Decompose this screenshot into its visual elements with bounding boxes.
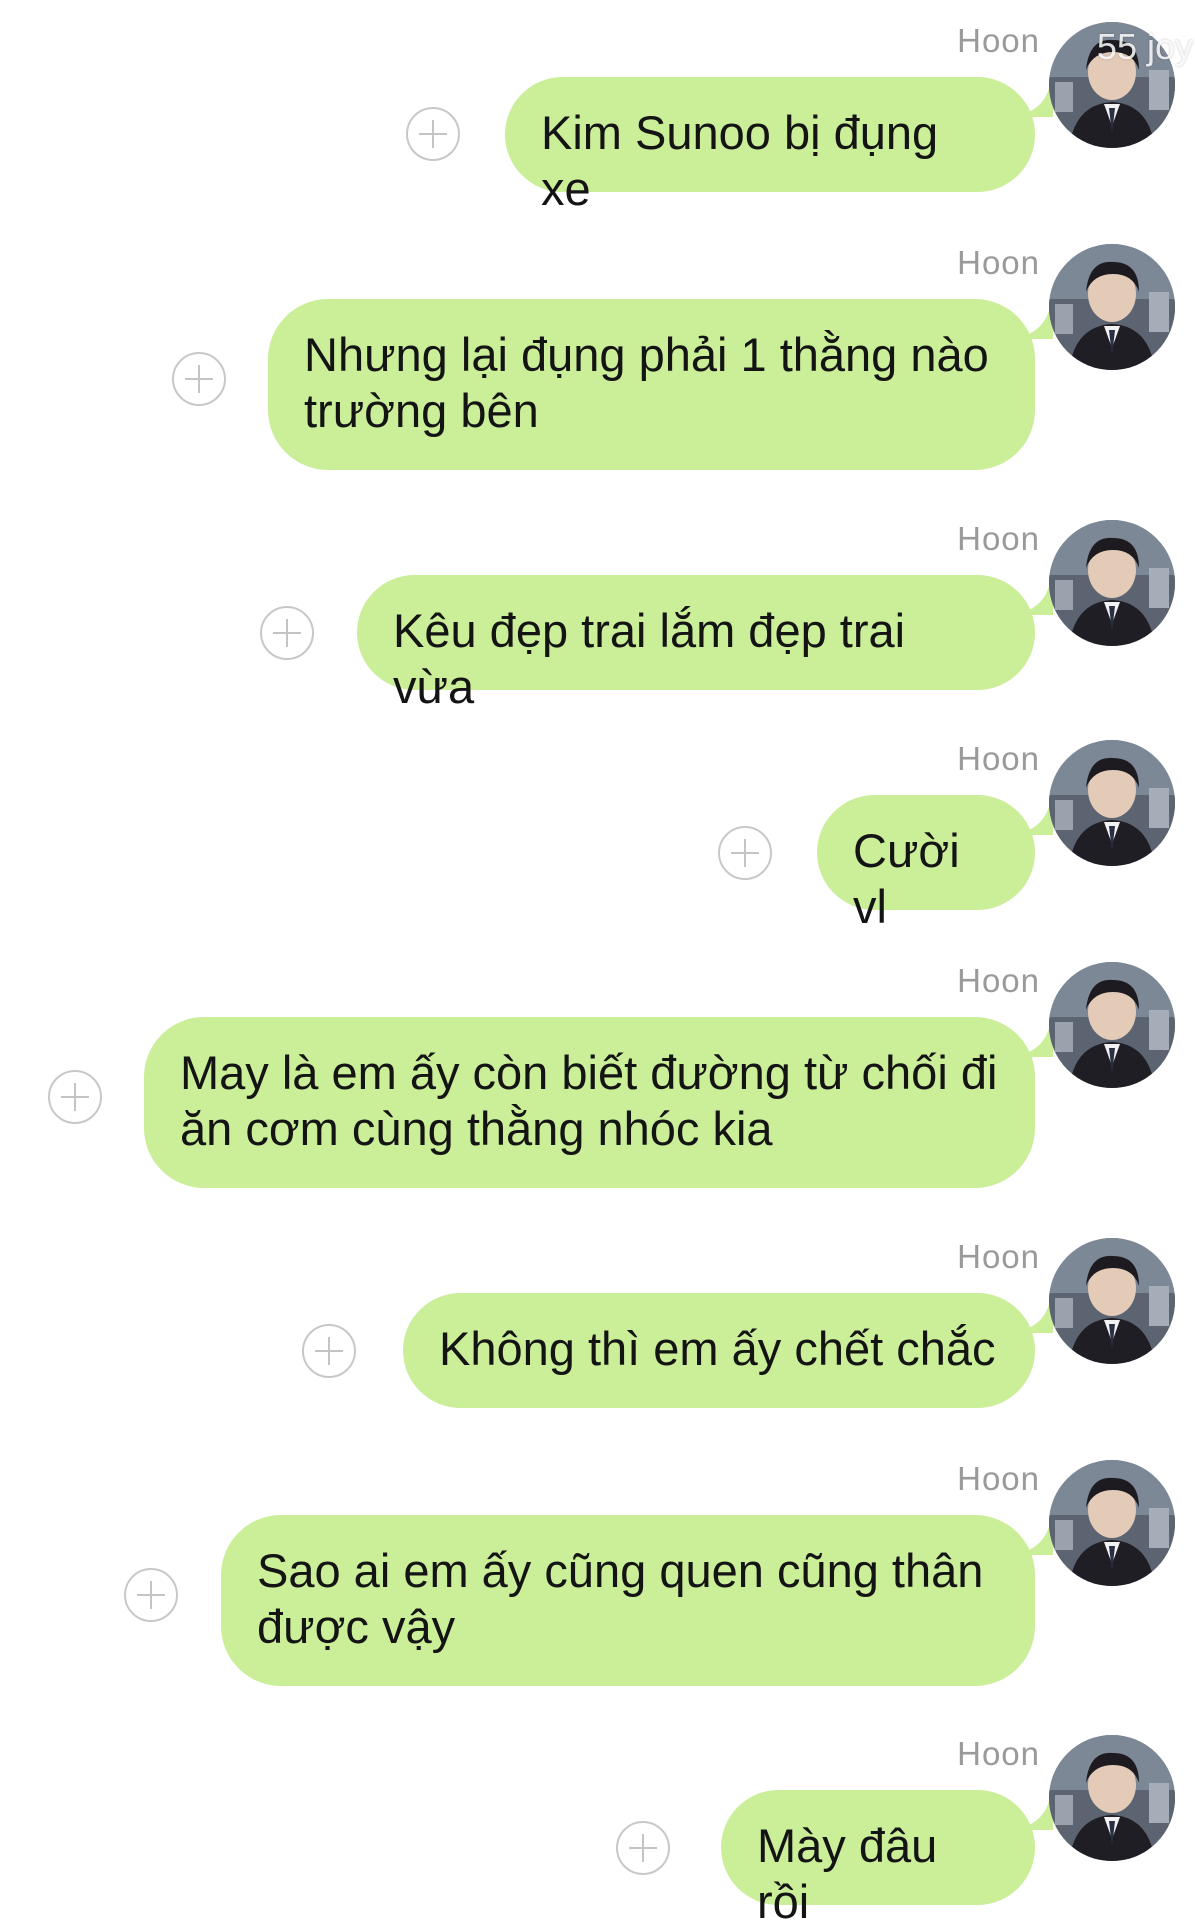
plus-circle-icon[interactable] [260, 606, 314, 660]
plus-circle-icon[interactable] [406, 107, 460, 161]
avatar[interactable] [1049, 962, 1175, 1088]
sender-name: Hoon [957, 244, 1040, 281]
avatar-photo [1049, 740, 1175, 866]
plus-circle-icon[interactable] [172, 352, 226, 406]
bubble-tail [1009, 1790, 1053, 1830]
avatar-photo [1049, 1460, 1175, 1586]
message-bubble[interactable]: Mày đâu rồi [721, 1790, 1035, 1928]
message-text: Nhưng lại đụng phải 1 thằng nào trường b… [304, 328, 989, 437]
message-text: Mày đâu rồi [757, 1819, 951, 1928]
plus-circle-icon[interactable] [124, 1568, 178, 1622]
avatar[interactable] [1049, 1735, 1175, 1861]
message-text: Cười vl [853, 824, 973, 933]
avatar-photo [1049, 962, 1175, 1088]
message-text: Sao ai em ấy cũng quen cũng thân được vậ… [257, 1544, 984, 1653]
chat-thread: Hoon Kim Sunoo bị đụng xe 55 joy Hoon Nh… [0, 0, 1195, 1928]
avatar[interactable] [1049, 740, 1175, 866]
avatar[interactable] [1049, 520, 1175, 646]
sender-name: Hoon [957, 962, 1040, 999]
message-text: Kim Sunoo bị đụng xe [541, 106, 952, 215]
sender-name: Hoon [957, 520, 1040, 557]
bubble-tail [1009, 1293, 1053, 1333]
message-bubble[interactable]: Cười vl [817, 795, 1035, 933]
avatar-photo [1049, 520, 1175, 646]
sender-name: Hoon [957, 1238, 1040, 1275]
bubble-tail [1009, 1017, 1053, 1057]
message-text: Kêu đẹp trai lắm đẹp trai vừa [393, 604, 919, 713]
sender-name: Hoon [957, 1735, 1040, 1772]
avatar-photo [1049, 244, 1175, 370]
bubble-tail [1009, 77, 1053, 117]
plus-circle-icon[interactable] [616, 1821, 670, 1875]
bubble-tail [1009, 299, 1053, 339]
bubble-tail [1009, 1515, 1053, 1555]
avatar[interactable] [1049, 1460, 1175, 1586]
plus-circle-icon[interactable] [718, 826, 772, 880]
message-text: Không thì em ấy chết chắc [439, 1322, 996, 1375]
sender-name: Hoon [957, 740, 1040, 777]
message-bubble[interactable]: Kim Sunoo bị đụng xe [505, 77, 1035, 215]
avatar-photo [1049, 1735, 1175, 1861]
bubble-tail [1009, 795, 1053, 835]
plus-circle-icon[interactable] [48, 1070, 102, 1124]
message-bubble[interactable]: Không thì em ấy chết chắc [403, 1293, 1035, 1408]
avatar-photo [1049, 1238, 1175, 1364]
plus-circle-icon[interactable] [302, 1324, 356, 1378]
bubble-tail [1009, 575, 1053, 615]
message-bubble[interactable]: Sao ai em ấy cũng quen cũng thân được vậ… [221, 1515, 1035, 1686]
avatar[interactable] [1049, 244, 1175, 370]
watermark-text: 55 joy [1096, 26, 1193, 67]
message-bubble[interactable]: May là em ấy còn biết đường từ chối đi ă… [144, 1017, 1035, 1188]
message-bubble[interactable]: Kêu đẹp trai lắm đẹp trai vừa [357, 575, 1035, 713]
sender-name: Hoon [957, 1460, 1040, 1497]
avatar[interactable] [1049, 1238, 1175, 1364]
message-bubble[interactable]: Nhưng lại đụng phải 1 thằng nào trường b… [268, 299, 1035, 470]
message-text: May là em ấy còn biết đường từ chối đi ă… [180, 1046, 998, 1155]
sender-name: Hoon [957, 22, 1040, 59]
